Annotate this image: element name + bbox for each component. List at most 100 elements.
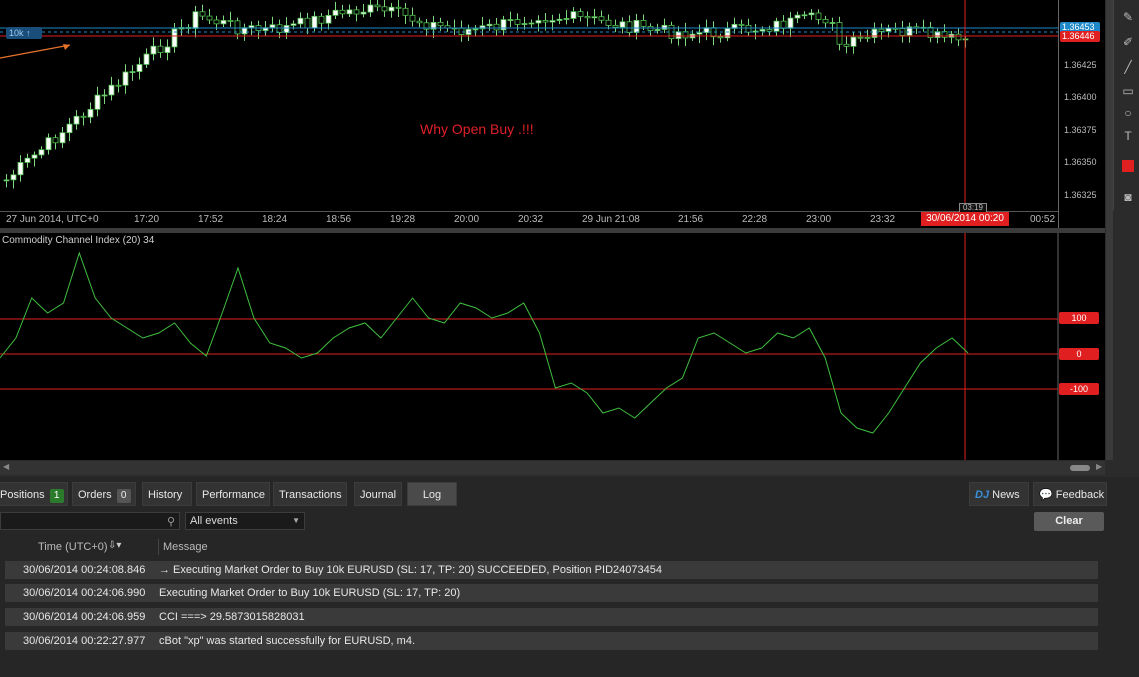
tab-positions[interactable]: Positions 1 <box>0 482 68 506</box>
tab-label: Transactions <box>279 489 342 501</box>
candle-body <box>66 123 73 134</box>
tab-bar: Positions 1 Orders 0 History Performance T… <box>0 482 1139 506</box>
candle-body <box>241 27 248 35</box>
cci-title: Commodity Channel Index (20) 34 <box>2 235 155 246</box>
log-row[interactable]: 30/06/2014 00:22:27.977 cBot "xp" was st… <box>5 632 1098 650</box>
candle-body <box>297 17 304 25</box>
time-label: 20:32 <box>518 214 544 225</box>
feedback-button[interactable]: 💬 Feedback <box>1033 482 1107 506</box>
log-row[interactable]: 30/06/2014 00:24:06.990 Executing Market… <box>5 584 1098 602</box>
price-axis <box>1058 0 1059 228</box>
log-header: Time (UTC+0) ⇩▾ Message <box>0 537 1105 557</box>
log-scroll-area[interactable] <box>1106 537 1139 677</box>
circle-icon[interactable]: ○ <box>1121 106 1135 120</box>
tab-performance[interactable]: Performance <box>196 482 270 506</box>
candle-body <box>143 53 150 65</box>
rectangle-icon[interactable]: ▭ <box>1121 84 1135 98</box>
candle-body <box>535 20 542 24</box>
tab-log[interactable]: Log <box>407 482 457 506</box>
time-label: 17:52 <box>198 214 224 225</box>
log-row[interactable]: 30/06/2014 00:24:08.846 → Executing Mark… <box>5 561 1098 579</box>
tab-label: Log <box>422 489 442 501</box>
candle-body <box>276 24 283 33</box>
candle-body <box>864 37 871 39</box>
candle-body <box>52 137 59 144</box>
time-label: 23:32 <box>870 214 896 225</box>
cci-level-tag: 100 <box>1059 312 1099 324</box>
pencil-icon[interactable]: ✐ <box>1121 35 1135 49</box>
candle-body <box>199 11 206 17</box>
candle-body <box>388 6 395 12</box>
text-icon[interactable]: T <box>1121 129 1135 143</box>
candlestick-chart <box>0 0 1058 211</box>
candle-body <box>269 24 276 28</box>
cci-indicator-pane[interactable]: Commodity Channel Index (20) 34 100 0 -1… <box>0 233 1105 460</box>
candle-body <box>94 94 101 110</box>
tab-journal[interactable]: Journal <box>354 482 402 506</box>
line-icon[interactable]: ╱ <box>1121 60 1135 74</box>
candle-body <box>374 4 381 8</box>
cci-level-tag: -100 <box>1059 383 1099 395</box>
candle-body <box>675 31 682 40</box>
clear-button[interactable]: Clear <box>1034 512 1104 531</box>
candle-body <box>248 25 255 29</box>
news-button[interactable]: DJ News <box>969 482 1029 506</box>
tab-orders[interactable]: Orders 0 <box>72 482 136 506</box>
color-swatch-icon[interactable] <box>1121 160 1135 174</box>
candle-body <box>787 17 794 29</box>
candle-body <box>556 18 563 21</box>
column-divider[interactable] <box>158 539 159 555</box>
candle-body <box>514 19 521 25</box>
tab-history[interactable]: History <box>142 482 192 506</box>
column-header-message[interactable]: Message <box>163 541 208 553</box>
price-chart[interactable]: 1.36425 1.36400 1.36375 1.36350 1.36325 … <box>0 0 1105 228</box>
scroll-right-icon[interactable]: ▶ <box>1096 462 1102 471</box>
news-label: News <box>992 489 1020 501</box>
candle-body <box>738 23 745 26</box>
candle-body <box>640 19 647 27</box>
candle-body <box>745 24 752 33</box>
cci-level-tag: 0 <box>1059 348 1099 360</box>
position-volume-tag[interactable]: 10k ↑ <box>6 27 42 39</box>
candle-body <box>619 21 626 28</box>
trade-arrow <box>0 44 71 59</box>
trade-arrow-head <box>63 44 70 50</box>
candle-body <box>591 16 598 19</box>
chart-annotation[interactable]: Why Open Buy .!!! <box>420 121 534 137</box>
tab-label: Positions <box>0 489 45 501</box>
time-label: 18:56 <box>326 214 352 225</box>
chart-vertical-scrollbar[interactable] <box>1106 0 1113 460</box>
candle-body <box>759 29 766 32</box>
events-filter-select[interactable]: All events ▼ <box>185 512 305 530</box>
log-row[interactable]: 30/06/2014 00:24:06.959 CCI ===> 29.5873… <box>5 608 1098 626</box>
sort-icon[interactable]: ⇩▾ <box>108 540 121 551</box>
log-table: Time (UTC+0) ⇩▾ Message 30/06/2014 00:24… <box>0 537 1105 677</box>
candle-body <box>829 22 836 24</box>
candle-body <box>129 71 136 73</box>
candle-body <box>661 24 668 30</box>
scroll-thumb[interactable] <box>1070 465 1090 471</box>
candle-body <box>458 27 465 35</box>
camera-icon[interactable]: ◙ <box>1121 190 1135 204</box>
trading-window: 1.36425 1.36400 1.36375 1.36350 1.36325 … <box>0 0 1139 677</box>
time-label: 18:24 <box>262 214 288 225</box>
candle-body <box>38 149 45 156</box>
candle-body <box>122 71 129 86</box>
candle-body <box>24 157 31 163</box>
tab-label: Performance <box>202 489 265 501</box>
candle-body <box>577 11 584 17</box>
candle-body <box>766 29 773 32</box>
candle-body <box>843 43 850 47</box>
candle-body <box>367 4 374 13</box>
scroll-left-icon[interactable]: ◀ <box>3 462 9 471</box>
log-search-input[interactable]: ⚲ <box>0 512 180 530</box>
candle-body <box>521 23 528 25</box>
pencil-icon[interactable]: ✎ <box>1121 10 1135 24</box>
candle-body <box>325 14 332 24</box>
candle-body <box>157 45 164 53</box>
time-label: 17:20 <box>134 214 160 225</box>
column-header-time[interactable]: Time (UTC+0) <box>38 541 108 553</box>
tab-transactions[interactable]: Transactions <box>273 482 347 506</box>
search-icon[interactable]: ⚲ <box>167 515 175 528</box>
chart-horizontal-scrollbar[interactable]: ◀ ▶ <box>0 461 1105 475</box>
